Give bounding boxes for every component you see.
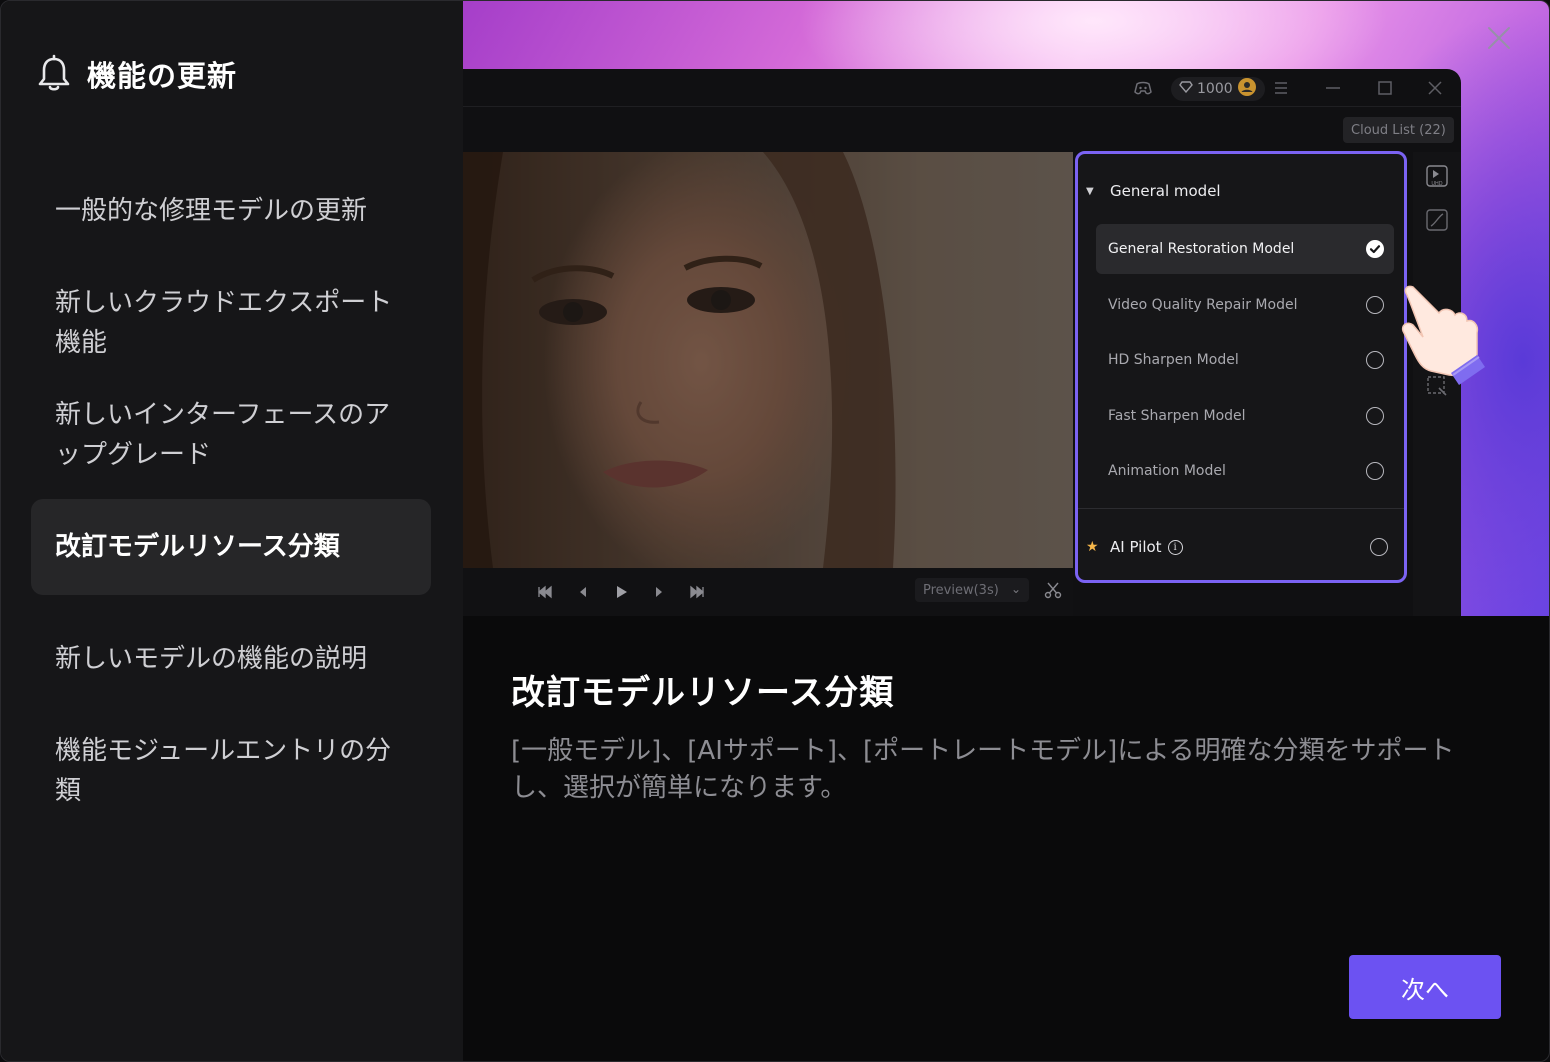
play-icon[interactable] bbox=[611, 582, 631, 602]
radio-icon bbox=[1366, 296, 1384, 314]
nav-item-general-repair-model[interactable]: 一般的な修理モデルの更新 bbox=[31, 191, 431, 231]
playback-bar: Preview(3s) ⌄ bbox=[463, 568, 1073, 616]
nav-item-new-model-description[interactable]: 新しいモデルの機能の説明 bbox=[31, 639, 431, 679]
preview-duration-select[interactable]: Preview(3s) ⌄ bbox=[915, 578, 1029, 602]
bell-icon bbox=[35, 52, 73, 96]
pointing-hand-icon bbox=[1393, 279, 1489, 399]
avatar-icon bbox=[1237, 77, 1257, 101]
credits-badge[interactable]: 1000 bbox=[1171, 77, 1265, 101]
hero-preview: 1000 Cloud List (22) Preview(3s) ⌄ UHD ▼… bbox=[463, 1, 1549, 616]
model-dropdown-panel: ▼ General model General Restoration Mode… bbox=[1075, 151, 1407, 583]
nav-item-model-resource-classification[interactable]: 改訂モデルリソース分類 bbox=[31, 499, 431, 595]
model-option-fast-sharpen[interactable]: Fast Sharpen Model bbox=[1096, 391, 1394, 441]
model-option-general-restoration[interactable]: General Restoration Model bbox=[1096, 224, 1394, 274]
caret-down-icon: ▼ bbox=[1086, 185, 1094, 197]
radio-icon bbox=[1370, 538, 1388, 556]
credits-count: 1000 bbox=[1197, 81, 1233, 97]
content-title: 改訂モデルリソース分類 bbox=[511, 673, 895, 713]
content-description: [一般モデル]、[AIサポート]、[ポートレートモデル]による明確な分類をサポー… bbox=[511, 736, 1455, 803]
scissors-icon[interactable] bbox=[1043, 580, 1063, 600]
model-option-label: Video Quality Repair Model bbox=[1108, 297, 1298, 313]
sidebar-header: 機能の更新 bbox=[35, 51, 237, 97]
app-titlebar: 1000 bbox=[463, 69, 1461, 107]
nav-item-label: 一般的な修理モデルの更新 bbox=[55, 196, 368, 226]
uhd-icon[interactable]: UHD bbox=[1425, 164, 1449, 188]
preview-duration-value: Preview(3s) bbox=[923, 582, 999, 598]
nav-item-label: 新しいクラウドエクスポート機能 bbox=[55, 288, 393, 358]
model-option-hd-sharpen[interactable]: HD Sharpen Model bbox=[1096, 335, 1394, 385]
close-dialog-button[interactable] bbox=[1484, 23, 1514, 53]
whats-new-dialog: 機能の更新 一般的な修理モデルの更新 新しいクラウドエクスポート機能 新しいイン… bbox=[0, 0, 1550, 1062]
nav-item-cloud-export[interactable]: 新しいクラウドエクスポート機能 bbox=[31, 283, 431, 363]
radio-icon bbox=[1366, 462, 1384, 480]
window-close-icon[interactable] bbox=[1425, 78, 1445, 98]
divider bbox=[1078, 508, 1404, 509]
menu-icon[interactable] bbox=[1271, 78, 1291, 98]
nav-item-label: 機能モジュールエントリの分類 bbox=[55, 736, 392, 806]
star-icon: ★ bbox=[1086, 539, 1099, 555]
next-button[interactable]: 次へ bbox=[1349, 955, 1501, 1019]
ai-pilot-option[interactable]: ★ AI Pilot i bbox=[1086, 532, 1404, 562]
model-option-label: Animation Model bbox=[1108, 463, 1226, 479]
preview-image bbox=[463, 152, 1073, 568]
uhd-label: UHD bbox=[1431, 181, 1442, 187]
diamond-icon bbox=[1179, 81, 1193, 97]
app-window-preview: 1000 Cloud List (22) Preview(3s) ⌄ UHD ▼… bbox=[463, 69, 1485, 616]
radio-icon bbox=[1366, 351, 1384, 369]
ai-pilot-label: AI Pilot bbox=[1110, 538, 1162, 556]
skip-back-icon[interactable] bbox=[535, 582, 555, 602]
step-forward-icon[interactable] bbox=[649, 582, 669, 602]
model-option-label: Fast Sharpen Model bbox=[1108, 408, 1246, 424]
cloud-list-button[interactable]: Cloud List (22) bbox=[1343, 117, 1454, 143]
model-option-label: HD Sharpen Model bbox=[1108, 352, 1239, 368]
nav-item-label: 新しいモデルの機能の説明 bbox=[55, 644, 368, 674]
discord-icon bbox=[1133, 78, 1153, 98]
radio-icon bbox=[1366, 407, 1384, 425]
nav-item-label: 新しいインターフェースのアップグレード bbox=[55, 400, 391, 470]
curve-icon[interactable] bbox=[1425, 208, 1449, 232]
skip-forward-icon[interactable] bbox=[687, 582, 707, 602]
radio-checked-icon bbox=[1366, 240, 1384, 258]
nav-item-module-entry-classification[interactable]: 機能モジュールエントリの分類 bbox=[31, 731, 431, 811]
nav-item-interface-upgrade[interactable]: 新しいインターフェースのアップグレード bbox=[31, 395, 431, 475]
model-group-label: General model bbox=[1110, 182, 1221, 200]
minimize-icon[interactable] bbox=[1323, 78, 1343, 98]
maximize-icon[interactable] bbox=[1375, 78, 1395, 98]
model-group-header[interactable]: ▼ General model bbox=[1086, 176, 1221, 206]
info-icon[interactable]: i bbox=[1167, 539, 1183, 555]
model-option-video-quality-repair[interactable]: Video Quality Repair Model bbox=[1096, 280, 1394, 330]
step-back-icon[interactable] bbox=[573, 582, 593, 602]
model-option-label: General Restoration Model bbox=[1108, 241, 1295, 257]
sidebar: 機能の更新 一般的な修理モデルの更新 新しいクラウドエクスポート機能 新しいイン… bbox=[1, 1, 463, 1061]
sidebar-title: 機能の更新 bbox=[87, 59, 238, 93]
close-icon bbox=[1488, 27, 1510, 49]
nav-item-label: 改訂モデルリソース分類 bbox=[55, 532, 340, 562]
model-option-animation[interactable]: Animation Model bbox=[1096, 446, 1394, 496]
chevron-down-icon: ⌄ bbox=[1010, 582, 1021, 596]
